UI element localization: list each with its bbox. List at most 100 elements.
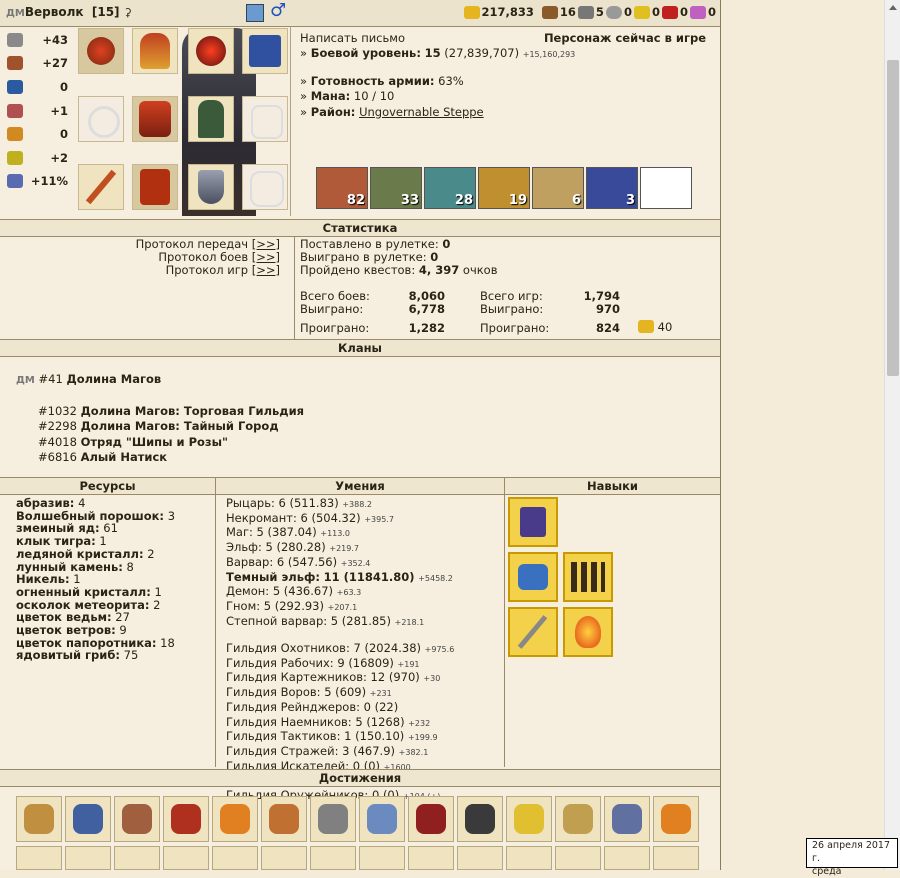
skill-delta: +388.2 [342,500,372,509]
skill-name: Степной варвар: [226,613,328,628]
perk-sword-icon[interactable] [508,607,558,657]
empty-backpack-slot[interactable] [242,96,288,142]
achievement-icon[interactable] [506,846,552,870]
skill-item: Гильдия Рейнджеров: 0 (22) [226,700,454,716]
achievement-icon[interactable] [16,796,62,842]
achievement-icon[interactable] [261,796,307,842]
scrollbar[interactable] [884,0,900,870]
achievement-icon[interactable] [261,846,307,870]
achievement-icon[interactable] [65,846,111,870]
battles-won: 6,778 [408,302,445,316]
roulette-won: 0 [430,250,439,264]
army-ready: 63% [438,73,464,88]
achievement-icon[interactable] [408,796,454,842]
stat-value: +11% [30,174,68,189]
weapon-slot[interactable] [78,164,124,210]
achievement-icon[interactable] [359,846,405,870]
armor-slot[interactable] [132,96,178,142]
resource-value: 75 [123,648,139,663]
achievement-icon[interactable] [310,846,356,870]
region-link[interactable]: Ungovernable Steppe [359,105,484,119]
resource-value: 2 [147,546,155,561]
perk-fire-icon[interactable] [563,607,613,657]
clan-item[interactable]: #6816 Алый Натиск [38,450,304,466]
games-gold-amount: 40 [657,320,673,334]
perk-book-icon[interactable] [508,497,558,547]
achievement-icon[interactable] [114,846,160,870]
sulfur-icon [633,5,650,19]
achievement-icon[interactable] [408,846,454,870]
clan-item[interactable]: #2298 Долина Магов: Тайный Город [38,419,304,435]
ore-amount: 5 [595,5,604,19]
perk-troops-icon[interactable] [563,552,613,602]
achievement-icon[interactable] [653,846,699,870]
protocol-link[interactable]: [>>] [252,263,280,277]
achievement-icon[interactable] [310,796,356,842]
clan-name: Долина Магов: Торговая Гильдия [80,403,305,418]
quests-suffix: очков [462,263,498,277]
empty-mount-slot[interactable] [242,164,288,210]
army-unit[interactable]: 33 [370,167,422,209]
achievement-icon[interactable] [653,796,699,842]
empty-army-slot[interactable] [640,167,692,209]
combat-level: 15 [424,46,441,60]
roulette-stats: Поставлено в рулетке: 0 Выиграно в рулет… [300,238,498,277]
resource-value: 18 [160,635,175,650]
empty-ring-slot[interactable] [78,96,124,142]
gold-icon [463,5,480,19]
unit-count: 19 [508,193,527,208]
army-unit[interactable]: 19 [478,167,530,209]
perk-scroll-icon[interactable] [508,552,558,602]
achievement-icon[interactable] [604,846,650,870]
weekday-text: среда [812,866,842,877]
player-name-block: ДМВерволк [15] ⚳ [6,5,132,19]
clan-tag: ДМ [6,8,25,19]
main-clan[interactable]: ДМ #41 Долина Магов [16,372,304,389]
army-unit[interactable]: 3 [586,167,638,209]
clan-item[interactable]: #4018 Отряд "Шипы и Розы" [38,435,304,451]
army-unit[interactable]: 28 [424,167,476,209]
skill-item: Гильдия Рабочих: 9 (16809) +191 [226,655,454,672]
player-name[interactable]: Верволк [25,5,84,19]
scrollbar-thumb[interactable] [887,60,899,376]
army-unit[interactable]: 82 [316,167,368,209]
skill-item: Гильдия Картежников: 12 (970) +30 [226,671,454,686]
book-slot[interactable] [242,28,288,74]
achievement-icon[interactable] [555,846,601,870]
helmet-slot[interactable] [132,28,178,74]
shield-slot[interactable] [188,164,234,210]
achievement-icon[interactable] [163,796,209,842]
skill-name: Эльф: [226,540,262,555]
map-icon[interactable] [246,4,264,22]
achievement-icon[interactable] [506,796,552,842]
achievement-icon[interactable] [359,796,405,842]
skill-delta: +63.3 [336,588,362,598]
scroll-up-arrow-icon[interactable] [889,5,897,10]
cloak-slot[interactable] [188,96,234,142]
unit-count: 6 [571,193,581,208]
achievement-icon[interactable] [65,796,111,842]
clan-id: #2298 [38,419,77,433]
achievement-icon[interactable] [212,796,258,842]
achievement-icon[interactable] [457,796,503,842]
army-bar: 82 33 28 19 6 3 [316,167,692,209]
achievement-icon[interactable] [163,846,209,870]
quests: 4, 397 [418,263,460,277]
boots-slot[interactable] [132,164,178,210]
achievement-icon[interactable] [16,846,62,870]
write-letter-link[interactable]: Написать письмо [300,31,405,45]
clan-item[interactable]: #1032 Долина Магов: Торговая Гильдия [38,404,304,420]
achievement-icon[interactable] [555,796,601,842]
protocol-link[interactable]: [>>] [252,250,280,264]
amulet-slot[interactable] [188,28,234,74]
stat-row: 0 [0,75,74,99]
achievement-icon[interactable] [457,846,503,870]
achievement-icon[interactable] [604,796,650,842]
header-bar: ДМВерволк [15] ⚳ ♂ 217,833 16 5 0 0 0 0 [0,0,720,27]
army-unit[interactable]: 6 [532,167,584,209]
achievement-icon[interactable] [212,846,258,870]
protocol-link[interactable]: [>>] [252,237,280,251]
ring-slot[interactable] [78,28,124,74]
skill-value: 9 (16809) [337,655,394,670]
achievement-icon[interactable] [114,796,160,842]
